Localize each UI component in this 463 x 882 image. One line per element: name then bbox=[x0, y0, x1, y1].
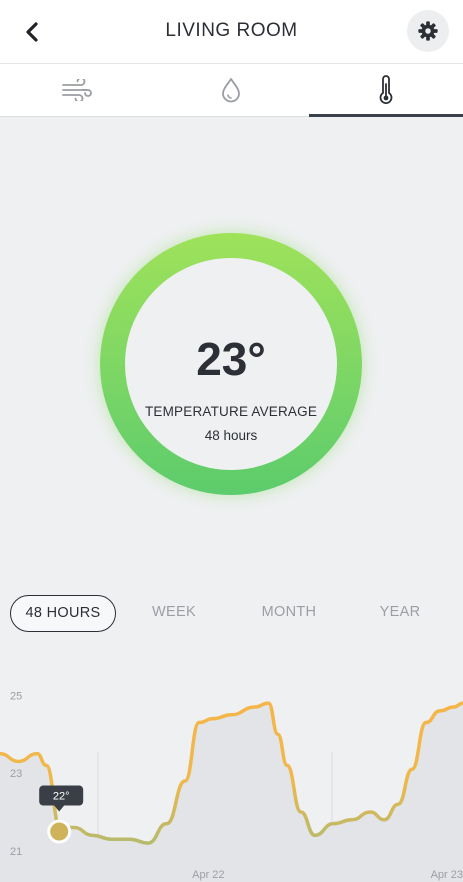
page-title: LIVING ROOM bbox=[165, 20, 298, 41]
top-bar: LIVING ROOM bbox=[0, 0, 463, 64]
metric-tabs bbox=[0, 64, 463, 117]
settings-button[interactable] bbox=[407, 10, 449, 52]
average-period-label: 48 hours bbox=[204, 428, 258, 443]
temperature-chart-svg: 25 23 21 Apr 22 Apr 23 22° bbox=[0, 690, 463, 882]
range-year-button[interactable]: YEAR bbox=[362, 595, 438, 632]
temperature-gauge: 23° TEMPERATURE AVERAGE 48 hours bbox=[100, 233, 362, 495]
y-tick-label: 21 bbox=[10, 846, 22, 858]
temperature-chart: 25 23 21 Apr 22 Apr 23 22° bbox=[0, 672, 463, 882]
range-month-button[interactable]: MONTH bbox=[244, 595, 334, 632]
highlight-marker bbox=[50, 822, 69, 841]
humidity-drop-icon bbox=[222, 78, 241, 103]
temperature-average-label: TEMPERATURE AVERAGE bbox=[144, 404, 318, 419]
tooltip-value: 22° bbox=[53, 791, 70, 803]
time-range-selector: 48 HOURS WEEK MONTH YEAR bbox=[0, 595, 463, 633]
tab-wind[interactable] bbox=[0, 64, 154, 116]
tab-humidity[interactable] bbox=[154, 64, 308, 116]
range-48-hours-button[interactable]: 48 HOURS bbox=[10, 595, 116, 632]
tab-temperature[interactable] bbox=[308, 64, 463, 117]
wind-icon bbox=[62, 79, 93, 101]
y-tick-label: 23 bbox=[10, 768, 22, 780]
gear-icon bbox=[418, 21, 438, 41]
range-week-button[interactable]: WEEK bbox=[134, 595, 214, 632]
x-axis-label: Apr 23 bbox=[431, 869, 463, 881]
y-tick-label: 25 bbox=[10, 690, 22, 702]
temperature-average-value: 23° bbox=[196, 333, 266, 385]
gauge-center: 23° TEMPERATURE AVERAGE 48 hours bbox=[125, 258, 337, 470]
x-axis-label: Apr 22 bbox=[192, 869, 224, 881]
thermometer-icon bbox=[379, 75, 393, 104]
